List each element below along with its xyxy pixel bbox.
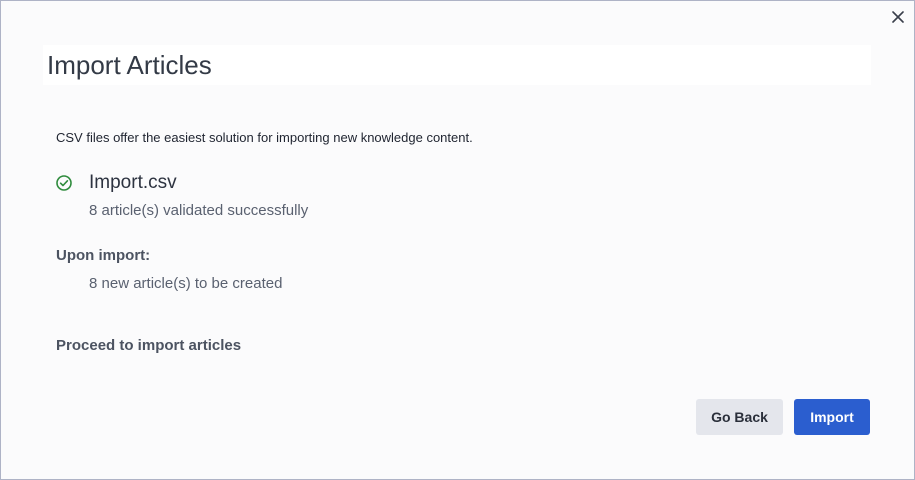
upon-import-heading: Upon import: bbox=[56, 247, 151, 264]
import-articles-dialog: Import Articles CSV files offer the easi… bbox=[0, 0, 915, 480]
validation-status: 8 article(s) validated successfully bbox=[89, 202, 309, 219]
check-circle-icon bbox=[56, 175, 72, 191]
dialog-title: Import Articles bbox=[47, 50, 212, 80]
upon-import-detail: 8 new article(s) to be created bbox=[89, 275, 283, 292]
file-name: Import.csv bbox=[89, 172, 177, 193]
go-back-button[interactable]: Go Back bbox=[696, 399, 783, 435]
close-icon bbox=[892, 11, 904, 23]
import-button[interactable]: Import bbox=[794, 399, 870, 435]
close-button[interactable] bbox=[888, 7, 908, 27]
intro-text: CSV files offer the easiest solution for… bbox=[56, 130, 473, 145]
proceed-text: Proceed to import articles bbox=[56, 337, 242, 354]
